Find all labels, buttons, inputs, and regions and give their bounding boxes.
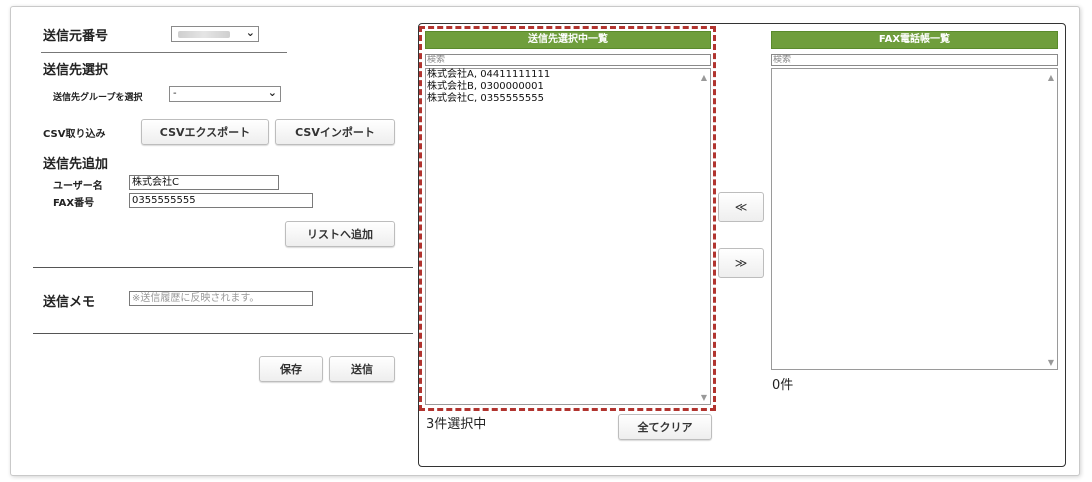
- double-chevron-left-icon: ≪: [734, 200, 748, 214]
- send-button[interactable]: 送信: [329, 356, 395, 382]
- move-right-button[interactable]: ≫: [718, 248, 764, 278]
- dest-add-heading: 送信先追加: [43, 157, 109, 172]
- username-input[interactable]: 株式会社C: [129, 175, 279, 190]
- clear-all-button[interactable]: 全てクリア: [618, 414, 712, 440]
- dest-select-heading: 送信先選択: [43, 63, 109, 78]
- move-left-button[interactable]: ≪: [718, 192, 764, 222]
- phonebook-listbox[interactable]: ▲ ▼: [771, 68, 1058, 370]
- chevron-down-icon: ⌄: [267, 86, 277, 99]
- highlight-box: [419, 26, 716, 411]
- scroll-up-icon[interactable]: ▲: [1048, 73, 1054, 82]
- csv-label: CSV取り込み: [43, 129, 106, 140]
- group-select[interactable]: - ⌄: [169, 86, 281, 102]
- sender-select[interactable]: ⌄: [171, 26, 259, 42]
- scroll-down-icon[interactable]: ▼: [1048, 358, 1054, 367]
- username-label: ユーザー名: [53, 181, 103, 192]
- memo-label: 送信メモ: [43, 295, 96, 310]
- fax-label: FAX番号: [53, 198, 95, 209]
- divider: [41, 52, 287, 53]
- phonebook-header: FAX電話帳一覧: [771, 31, 1058, 49]
- divider: [33, 267, 413, 268]
- phonebook-search-input[interactable]: 検索: [771, 54, 1058, 66]
- csv-export-button[interactable]: CSVエクスポート: [141, 119, 269, 145]
- memo-input[interactable]: ※送信履歴に反映されます。: [129, 291, 313, 306]
- double-chevron-right-icon: ≫: [734, 256, 748, 270]
- fax-input[interactable]: 0355555555: [129, 193, 313, 208]
- chevron-down-icon: ⌄: [245, 26, 255, 39]
- phonebook-count: 0件: [772, 378, 794, 393]
- save-button[interactable]: 保存: [259, 356, 323, 382]
- sender-label: 送信元番号: [43, 29, 109, 44]
- sender-value-redacted: [178, 31, 230, 38]
- group-label: 送信先グループを選択: [53, 93, 143, 103]
- csv-import-button[interactable]: CSVインポート: [275, 119, 395, 145]
- add-to-list-button[interactable]: リストへ追加: [285, 221, 395, 247]
- selected-count: 3件選択中: [426, 417, 487, 432]
- group-select-value: -: [173, 88, 177, 99]
- divider: [33, 333, 413, 334]
